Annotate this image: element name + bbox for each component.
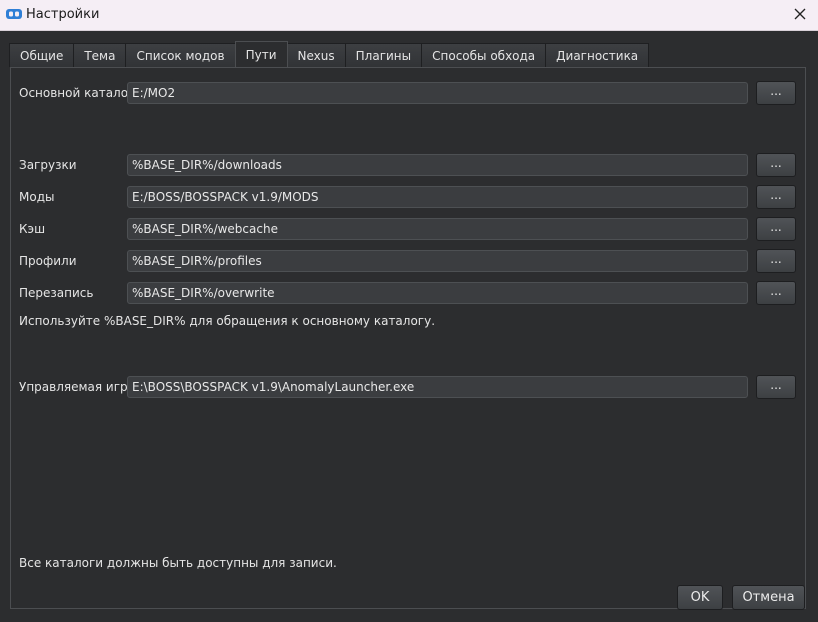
cache-row: Кэш %BASE_DIR%/webcache ...	[11, 217, 807, 241]
profiles-browse-button[interactable]: ...	[756, 249, 796, 273]
tab-mod-list[interactable]: Список модов	[125, 43, 236, 67]
settings-dialog: Общие Тема Список модов Пути Nexus Плаги…	[0, 31, 818, 622]
tab-theme[interactable]: Тема	[73, 43, 127, 67]
overwrite-label: Перезапись	[19, 286, 94, 300]
cache-browse-button[interactable]: ...	[756, 217, 796, 241]
managed-game-row: Управляемая игра E:\BOSS\BOSSPACK v1.9\A…	[11, 375, 807, 399]
base-dir-label: Основной каталог	[19, 86, 135, 100]
mod-organizer-icon	[6, 9, 22, 19]
tab-plugins[interactable]: Плагины	[344, 43, 423, 67]
managed-game-label: Управляемая игра	[19, 380, 135, 394]
overwrite-row: Перезапись %BASE_DIR%/overwrite ...	[11, 281, 807, 305]
tab-bar: Общие Тема Список модов Пути Nexus Плаги…	[9, 41, 650, 68]
close-icon[interactable]	[790, 4, 810, 24]
tab-paths[interactable]: Пути	[234, 41, 288, 67]
cancel-button[interactable]: Отмена	[732, 585, 805, 610]
profiles-label: Профили	[19, 254, 77, 268]
overwrite-input[interactable]: %BASE_DIR%/overwrite	[127, 282, 748, 304]
downloads-label: Загрузки	[19, 158, 77, 172]
cache-label: Кэш	[19, 222, 46, 236]
tab-workarounds[interactable]: Способы обхода	[421, 43, 547, 67]
window-title: Настройки	[26, 7, 100, 22]
mods-browse-button[interactable]: ...	[756, 185, 796, 209]
base-dir-row: Основной каталог E:/MO2 ...	[11, 81, 807, 105]
profiles-input[interactable]: %BASE_DIR%/profiles	[127, 250, 748, 272]
mods-label: Моды	[19, 190, 55, 204]
ok-button[interactable]: OK	[677, 585, 723, 610]
base-dir-input[interactable]: E:/MO2	[127, 82, 748, 104]
tab-general[interactable]: Общие	[9, 43, 75, 67]
profiles-row: Профили %BASE_DIR%/profiles ...	[11, 249, 807, 273]
tab-diagnostics[interactable]: Диагностика	[545, 43, 650, 67]
base-dir-browse-button[interactable]: ...	[756, 81, 796, 105]
mods-row: Моды E:/BOSS/BOSSPACK v1.9/MODS ...	[11, 185, 807, 209]
downloads-browse-button[interactable]: ...	[756, 153, 796, 177]
cache-input[interactable]: %BASE_DIR%/webcache	[127, 218, 748, 240]
paths-panel: Основной каталог E:/MO2 ... Загрузки %BA…	[10, 67, 806, 609]
downloads-input[interactable]: %BASE_DIR%/downloads	[127, 154, 748, 176]
writable-note: Все каталоги должны быть доступны для за…	[19, 556, 337, 570]
managed-game-input[interactable]: E:\BOSS\BOSSPACK v1.9\AnomalyLauncher.ex…	[127, 376, 748, 398]
overwrite-browse-button[interactable]: ...	[756, 281, 796, 305]
title-bar: Настройки	[0, 0, 818, 31]
managed-game-browse-button[interactable]: ...	[756, 375, 796, 399]
mods-input[interactable]: E:/BOSS/BOSSPACK v1.9/MODS	[127, 186, 748, 208]
tab-nexus[interactable]: Nexus	[286, 43, 346, 67]
base-dir-hint: Используйте %BASE_DIR% для обращения к о…	[19, 314, 436, 328]
downloads-row: Загрузки %BASE_DIR%/downloads ...	[11, 153, 807, 177]
